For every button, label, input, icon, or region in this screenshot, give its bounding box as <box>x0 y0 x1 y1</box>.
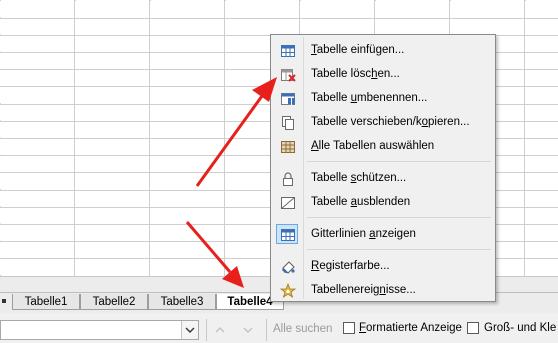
menu-item-label: Registerfarbe... <box>311 260 390 272</box>
match-case-label: Groß- und Kle <box>484 322 557 334</box>
row-line <box>0 18 558 19</box>
lock-icon <box>283 172 293 186</box>
sheet-tab-tabelle2[interactable]: Tabelle2 <box>80 294 148 310</box>
menu-item-hide-sheet[interactable]: Tabelle ausblenden <box>273 191 493 213</box>
select-all-sheets-icon <box>281 141 295 153</box>
menu-item-protect-sheet[interactable]: Tabelle schützen... <box>273 167 493 189</box>
delete-sheet-icon <box>281 69 296 82</box>
menu-separator <box>307 217 491 218</box>
menu-item-label: Tabelle ausblenden <box>311 196 411 208</box>
menu-item-label: Tabelle verschieben/kopieren... <box>311 116 470 128</box>
toolbar-separator <box>266 319 267 341</box>
menu-item-select-all-sheets[interactable]: Alle Tabellen auswählen <box>273 135 493 157</box>
insert-sheet-icon <box>281 45 295 57</box>
menu-item-show-gridlines[interactable]: Gitterlinien anzeigen <box>273 223 493 245</box>
tab-color-icon <box>282 261 295 274</box>
tab-scroll-marker <box>2 299 6 303</box>
menu-item-label: Tabelle löschen... <box>311 68 400 80</box>
menu-item-tab-color[interactable]: Registerfarbe... <box>273 255 493 277</box>
menu-item-insert-sheet[interactable]: Tabelle einfügen... <box>273 39 493 61</box>
column-line <box>149 0 150 292</box>
rename-sheet-icon <box>281 93 295 105</box>
menu-item-delete-sheet[interactable]: Tabelle löschen... <box>273 63 493 85</box>
find-previous-icon[interactable] <box>213 323 227 337</box>
find-next-icon[interactable] <box>241 323 255 337</box>
menu-item-rename-sheet[interactable]: Tabelle umbenennen... <box>273 87 493 109</box>
menu-item-label: Tabelle schützen... <box>311 172 407 184</box>
hide-sheet-icon <box>281 197 295 209</box>
column-line <box>524 0 525 292</box>
chevron-down-icon <box>185 327 195 333</box>
column-line <box>74 0 75 292</box>
gridlines-icon <box>281 229 295 241</box>
menu-separator <box>307 161 491 162</box>
find-dropdown-button[interactable] <box>181 321 198 339</box>
sheet-tab-tabelle3[interactable]: Tabelle3 <box>148 294 216 310</box>
find-toolbar: Alle suchen Formatierte Anzeige Groß- un… <box>0 313 558 343</box>
formatted-display-checkbox[interactable] <box>343 322 355 334</box>
menu-item-label: Tabellenereignisse... <box>311 284 416 296</box>
sheet-tab-tabelle1[interactable]: Tabelle1 <box>12 294 80 310</box>
menu-separator <box>307 249 491 250</box>
menu-item-label: Gitterlinien anzeigen <box>311 228 416 240</box>
menu-item-sheet-events[interactable]: Tabellenereignisse... <box>273 279 493 301</box>
sheet-tab-context-menu: Tabelle einfügen... Tabelle löschen... T… <box>270 34 496 302</box>
formatted-display-label: Formatierte Anzeige <box>359 322 462 334</box>
copy-sheet-icon <box>282 116 294 130</box>
menu-item-move-copy-sheet[interactable]: Tabelle verschieben/kopieren... <box>273 111 493 133</box>
column-line <box>224 0 225 292</box>
match-case-checkbox[interactable] <box>467 322 479 334</box>
toolbar-separator <box>206 319 207 341</box>
menu-item-label: Tabelle einfügen... <box>311 44 405 56</box>
menu-item-label: Alle Tabellen auswählen <box>311 140 435 152</box>
find-search-combobox[interactable] <box>0 320 199 340</box>
find-all-button[interactable]: Alle suchen <box>273 323 332 335</box>
sheet-events-icon <box>280 283 296 298</box>
menu-item-label: Tabelle umbenennen... <box>311 92 428 104</box>
